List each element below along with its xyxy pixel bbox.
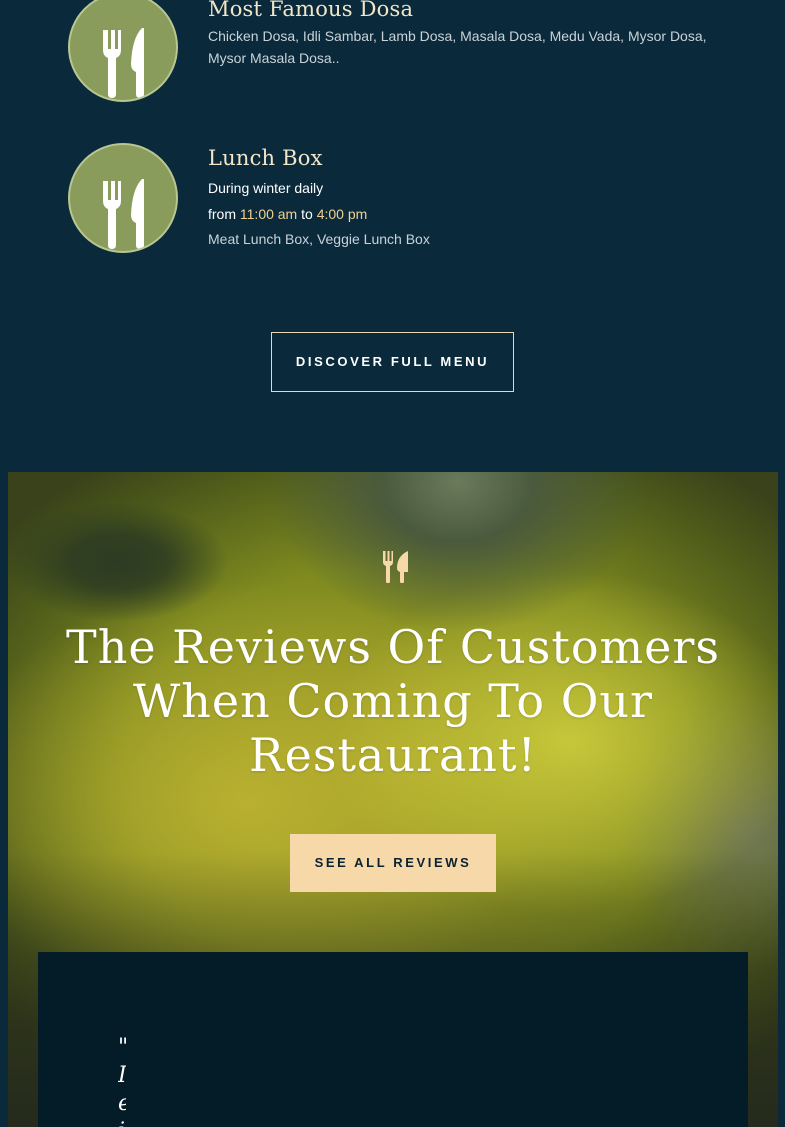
hours-from-label: from	[208, 206, 236, 222]
hours-end-time: 4:00 pm	[316, 206, 368, 222]
menu-item-title: Lunch Box	[208, 146, 323, 170]
fork-knife-icon	[68, 0, 178, 102]
review-card: " I e i	[38, 952, 748, 1127]
review-text-fragment: " I e i	[118, 1035, 126, 1127]
hours-start-time: 11:00 am	[239, 206, 298, 222]
menu-item-description: Chicken Dosa, Idli Sambar, Lamb Dosa, Ma…	[208, 28, 707, 66]
menu-item-schedule: During winter daily	[208, 180, 324, 196]
fork-knife-icon	[383, 551, 408, 583]
fork-knife-icon	[68, 143, 178, 253]
menu-item-lunch-box: Lunch Box During winter daily from 11:00…	[68, 143, 758, 263]
reviews-heading: The Reviews Of Customers When Coming To …	[66, 620, 720, 782]
menu-item-title: Most Famous Dosa	[208, 0, 414, 21]
menu-item-most-famous-dosa: Most Famous Dosa Chicken Dosa, Idli Samb…	[68, 0, 758, 104]
menu-item-description: Meat Lunch Box, Veggie Lunch Box	[208, 231, 430, 247]
menu-item-hours: from 11:00 am to 4:00 pm	[208, 201, 728, 227]
hours-to-label: to	[301, 206, 313, 222]
discover-full-menu-button[interactable]: DISCOVER FULL MENU	[271, 332, 514, 392]
see-all-reviews-button[interactable]: SEE ALL REVIEWS	[290, 834, 496, 892]
